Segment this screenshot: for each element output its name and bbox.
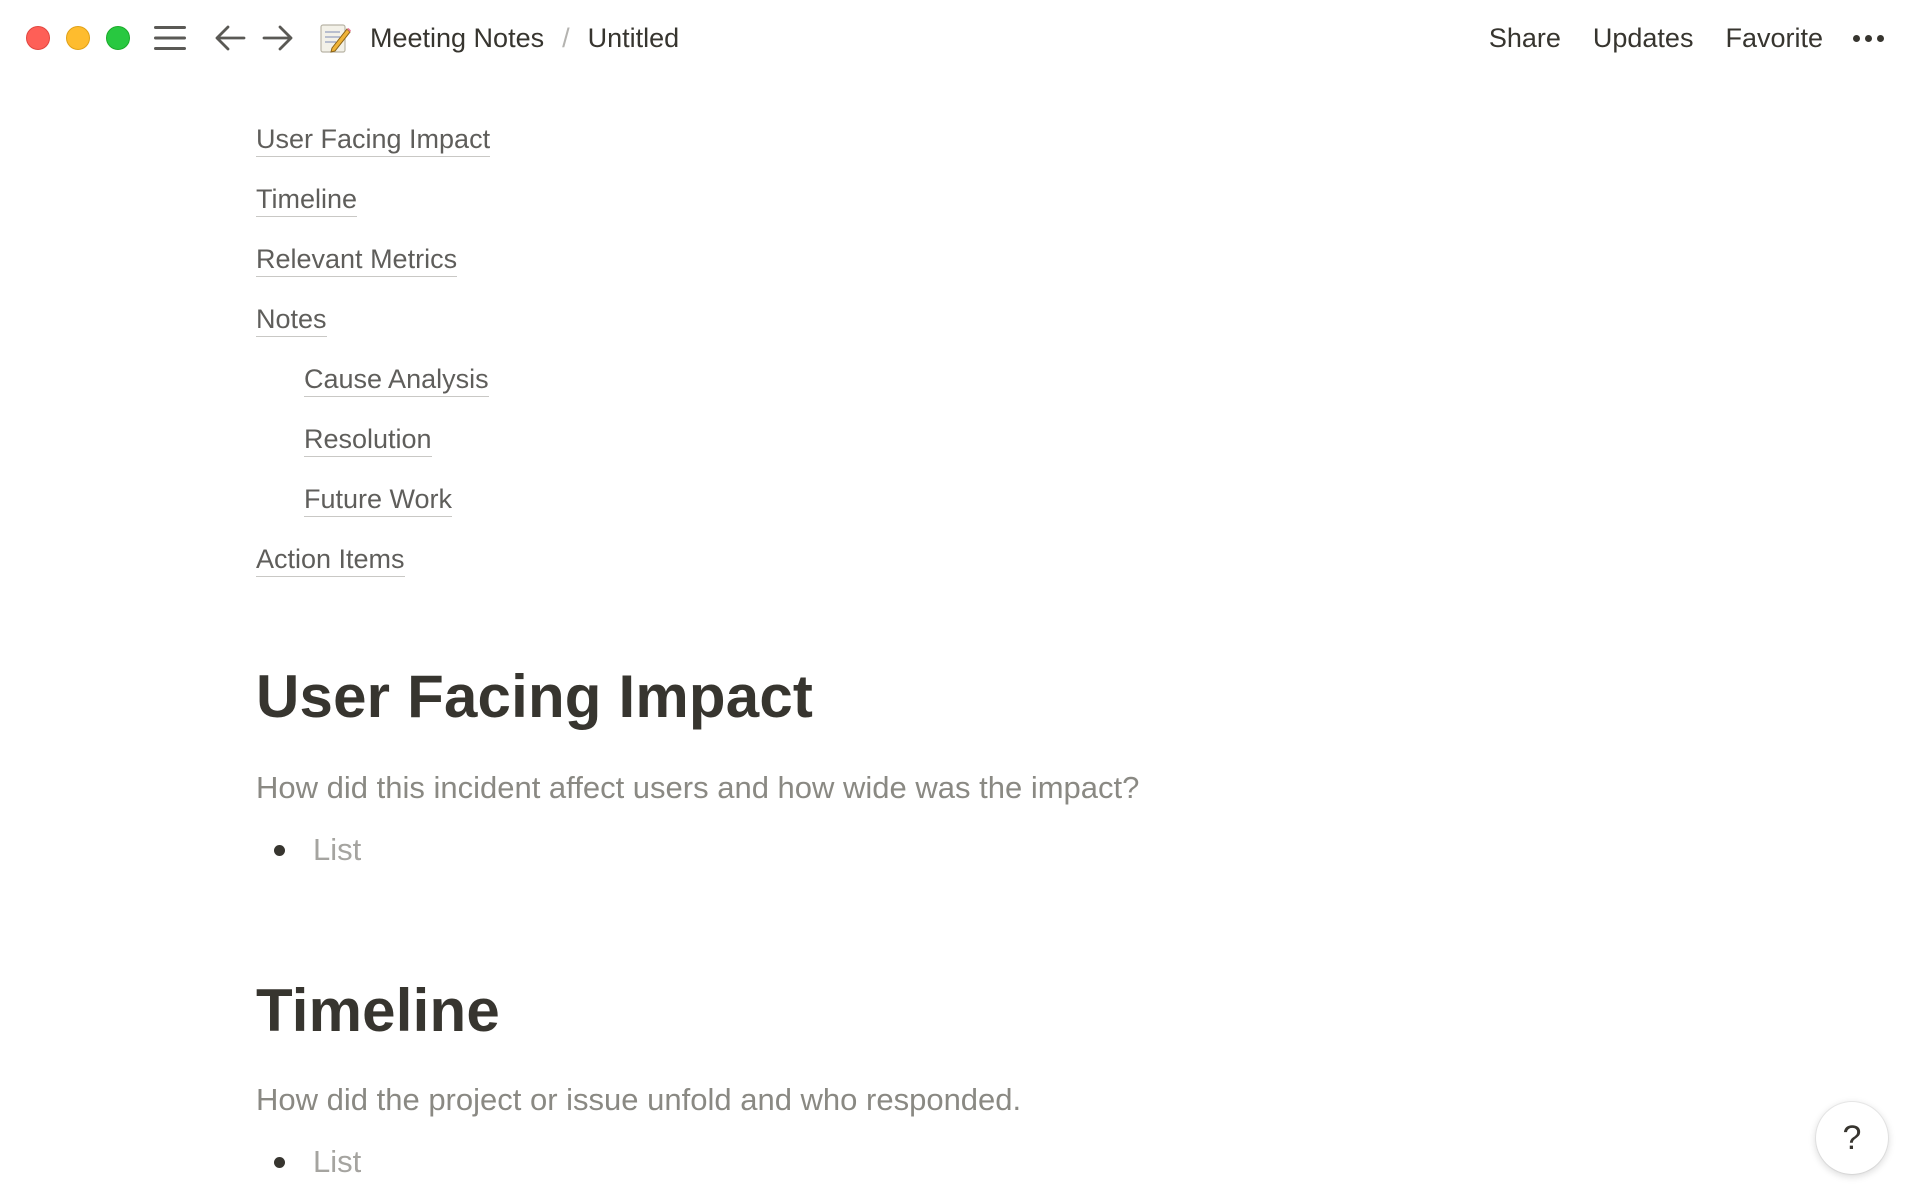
list-placeholder[interactable]: List xyxy=(313,1144,361,1180)
help-button[interactable]: ? xyxy=(1816,1102,1888,1174)
zoom-window-button[interactable] xyxy=(106,26,130,50)
toc-link[interactable]: Future Work xyxy=(304,484,453,517)
breadcrumb-current[interactable]: Untitled xyxy=(584,21,684,56)
toc-link[interactable]: User Facing Impact xyxy=(256,124,491,157)
section-description[interactable]: How did the project or issue unfold and … xyxy=(256,1078,1656,1122)
share-button[interactable]: Share xyxy=(1489,23,1561,54)
app-window: Meeting Notes / Untitled Share Updates F… xyxy=(0,0,1920,1200)
close-window-button[interactable] xyxy=(26,26,50,50)
list-placeholder[interactable]: List xyxy=(313,832,361,868)
section-user-facing-impact: User Facing Impact How did this incident… xyxy=(256,652,1656,874)
section-heading[interactable]: User Facing Impact xyxy=(256,652,1656,742)
minimize-window-button[interactable] xyxy=(66,26,90,50)
section-description[interactable]: How did this incident affect users and h… xyxy=(256,766,1656,810)
favorite-button[interactable]: Favorite xyxy=(1725,23,1823,54)
toc-item-action-items: Action Items xyxy=(256,530,1656,590)
list-item[interactable]: List xyxy=(256,1138,1656,1186)
menu-icon[interactable] xyxy=(152,20,188,56)
memo-icon xyxy=(318,21,352,55)
toc-item-notes: Notes xyxy=(256,290,1656,350)
toc-link[interactable]: Resolution xyxy=(304,424,432,457)
toc-item-resolution: Resolution xyxy=(256,410,1656,470)
page-content: User Facing Impact Timeline Relevant Met… xyxy=(256,110,1656,1186)
updates-button[interactable]: Updates xyxy=(1593,23,1694,54)
back-arrow-icon[interactable] xyxy=(212,20,248,56)
toc-item-timeline: Timeline xyxy=(256,170,1656,230)
toc-item-cause-analysis: Cause Analysis xyxy=(256,350,1656,410)
toc-link[interactable]: Timeline xyxy=(256,184,358,217)
breadcrumb: Meeting Notes / Untitled xyxy=(318,18,683,58)
section-heading[interactable]: Timeline xyxy=(256,966,1656,1056)
bullet-icon xyxy=(274,844,285,856)
breadcrumb-parent[interactable]: Meeting Notes xyxy=(366,21,548,56)
toc-link[interactable]: Relevant Metrics xyxy=(256,244,458,277)
toc-item-future-work: Future Work xyxy=(256,470,1656,530)
toc-item-user-facing-impact: User Facing Impact xyxy=(256,110,1656,170)
forward-arrow-icon[interactable] xyxy=(260,20,296,56)
section-timeline: Timeline How did the project or issue un… xyxy=(256,966,1656,1186)
more-icon[interactable] xyxy=(1853,34,1884,42)
toc-link[interactable]: Notes xyxy=(256,304,327,337)
bullet-icon xyxy=(274,1156,285,1168)
breadcrumb-separator: / xyxy=(562,22,570,53)
list-item[interactable]: List xyxy=(256,826,1656,874)
toc-link[interactable]: Action Items xyxy=(256,544,405,577)
toc-item-relevant-metrics: Relevant Metrics xyxy=(256,230,1656,290)
toc-link[interactable]: Cause Analysis xyxy=(304,364,489,397)
top-actions: Share Updates Favorite xyxy=(1457,18,1884,58)
table-of-contents: User Facing Impact Timeline Relevant Met… xyxy=(256,110,1656,590)
title-bar: Meeting Notes / Untitled Share Updates F… xyxy=(0,0,1920,76)
